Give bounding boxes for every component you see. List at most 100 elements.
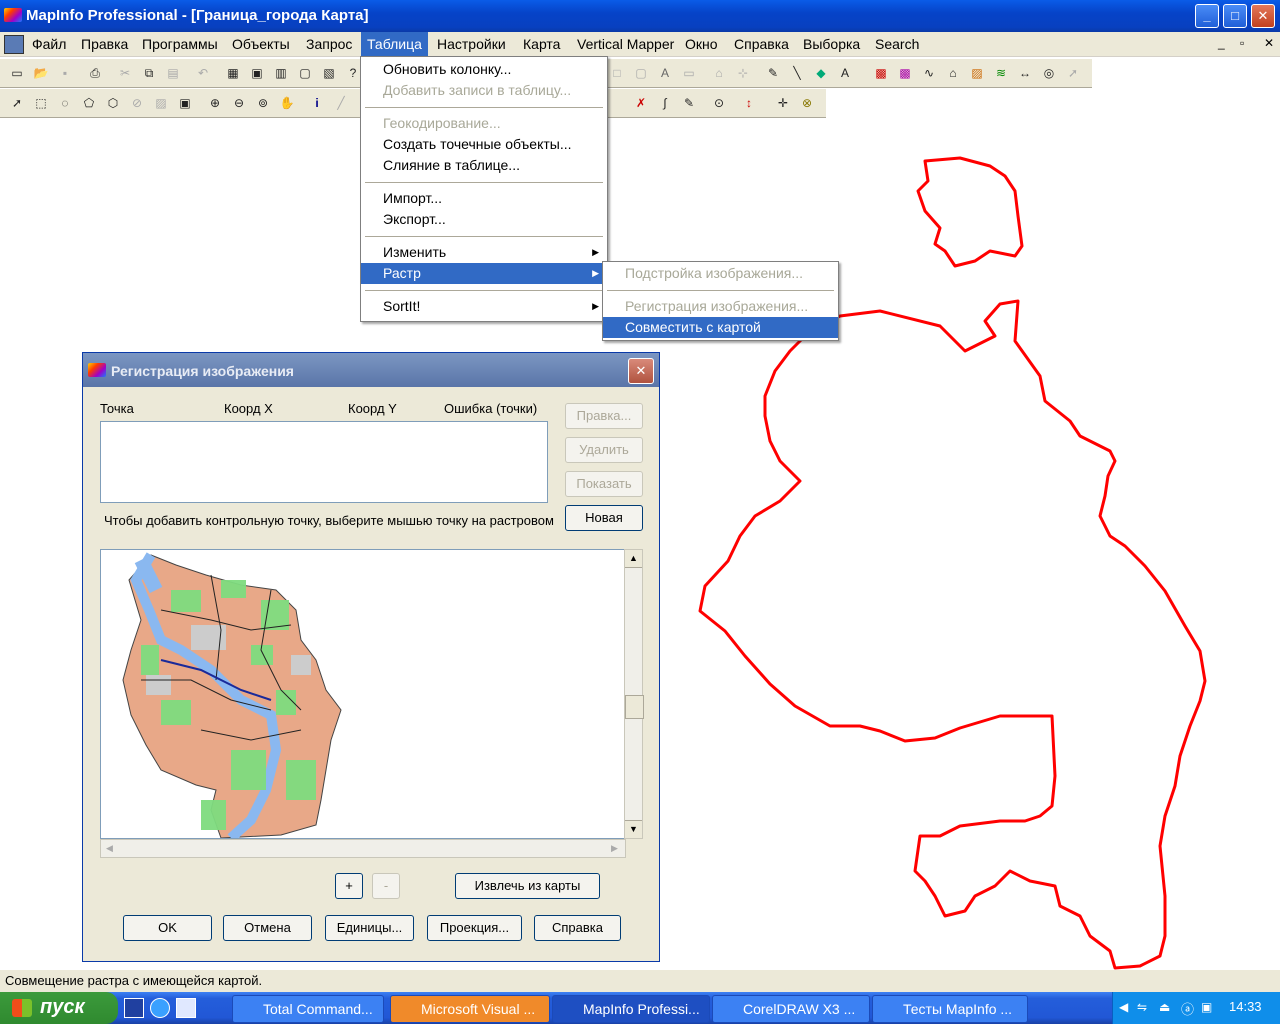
quicklaunch-disk-icon[interactable] [124,998,144,1018]
menu-selection[interactable]: Выборка [803,36,860,52]
task-mapinfo[interactable]: MapInfo Professi... [552,995,710,1023]
scroll-thumb[interactable] [625,695,644,719]
grid-icon[interactable]: ▩ [894,62,916,84]
frame-icon[interactable]: ▭ [678,62,700,84]
tray-network-icon[interactable]: ⇋ [1137,1000,1147,1014]
scroll-right-icon[interactable]: ▶ [606,840,623,857]
open-icon[interactable]: 📂 [30,62,52,84]
print-icon[interactable]: ⎙ [84,62,106,84]
task-total-commander[interactable]: Total Command... [232,995,384,1023]
tray-expand-icon[interactable]: ◀ [1119,1000,1128,1014]
show-point-button[interactable]: Показать [565,471,643,497]
rectangle-icon[interactable]: □ [606,62,628,84]
menu-vertical-mapper[interactable]: Vertical Mapper [577,36,674,52]
query-icon[interactable]: ⊙ [708,92,730,114]
profile-icon[interactable]: ∿ [918,62,940,84]
polygon-select-icon[interactable]: ⬠ [78,92,100,114]
boundary-select-icon[interactable]: ⬡ [102,92,124,114]
zoom-in-icon[interactable]: ⊕ [204,92,226,114]
start-button[interactable]: пуск [0,992,118,1024]
task-visual-studio[interactable]: Microsoft Visual ... [390,995,550,1023]
menu-objects[interactable]: Объекты [232,36,290,52]
pencil-icon[interactable]: ✎ [678,92,700,114]
extract-from-map-button[interactable]: Извлечь из карты [455,873,600,899]
menu-item-sortit[interactable]: SortIt! ▶ [361,296,607,317]
viewshed-icon[interactable]: ⌂ [942,62,964,84]
menu-search[interactable]: Search [875,36,919,52]
tray-lang-icon[interactable]: ⓐ [1181,999,1194,1018]
menu-item-append-rows[interactable]: Добавить записи в таблицу... [361,80,607,101]
new-grapher-icon[interactable]: ▥ [270,62,292,84]
maximize-button[interactable]: □ [1223,4,1247,28]
unselect-icon[interactable]: ⊘ [126,92,148,114]
redistrict-icon[interactable]: ▧ [318,62,340,84]
scroll-down-icon[interactable]: ▼ [625,820,642,838]
drag-window-icon[interactable]: ✗ [630,92,652,114]
edit-point-button[interactable]: Правка... [565,403,643,429]
control-points-list[interactable] [100,421,548,503]
tray-monitor-icon[interactable]: ▣ [1201,1000,1212,1014]
menu-item-export[interactable]: Экспорт... [361,209,607,230]
target-icon[interactable]: ⊗ [796,92,818,114]
transect-icon[interactable]: ↔ [1014,62,1036,84]
add-node-icon[interactable]: ⊹ [732,62,754,84]
menu-window[interactable]: Окно [685,36,718,52]
text-icon[interactable]: A [654,62,676,84]
save-icon[interactable]: ▪ [54,62,76,84]
menu-item-geocode[interactable]: Геокодирование... [361,113,607,134]
zoom-out-button[interactable]: - [372,873,400,899]
cut-icon[interactable]: ✂ [114,62,136,84]
doc-minimize-icon[interactable]: _ [1218,36,1225,50]
copy-icon[interactable]: ⧉ [138,62,160,84]
select-arrow-icon[interactable]: ➚ [6,92,28,114]
ruler-icon[interactable]: ∫ [654,92,676,114]
menu-help[interactable]: Справка [734,36,789,52]
paste-icon[interactable]: ▤ [162,62,184,84]
contour-icon[interactable]: ▨ [966,62,988,84]
info-icon[interactable]: i [306,92,328,114]
tray-usb-icon[interactable]: ⏏ [1159,1000,1170,1014]
grabber-hand-icon[interactable]: ✋ [276,92,298,114]
menu-item-create-points[interactable]: Создать точечные объекты... [361,134,607,155]
zoom-in-button[interactable]: + [335,873,363,899]
change-view-icon[interactable]: ⊚ [252,92,274,114]
new-icon[interactable]: ▭ [6,62,28,84]
point-inspect-icon[interactable]: ◎ [1038,62,1060,84]
scroll-left-icon[interactable]: ◀ [101,840,118,857]
layers-icon[interactable]: ≋ [990,62,1012,84]
graph-select-icon[interactable]: ▣ [174,92,196,114]
raster-preview[interactable] [100,549,626,839]
symbol-style-icon[interactable]: ✎ [762,62,784,84]
menu-table[interactable]: Таблица [361,32,428,56]
thematic-icon[interactable]: ▩ [870,62,892,84]
menu-programs[interactable]: Программы [142,36,218,52]
projection-button[interactable]: Проекция... [427,915,522,941]
menu-map[interactable]: Карта [523,36,560,52]
submenu-item-match-to-map[interactable]: Совместить с картой [603,317,838,338]
distance-icon[interactable]: ↕ [738,92,760,114]
delete-point-button[interactable]: Удалить [565,437,643,463]
cursor-icon[interactable]: ➚ [1062,62,1084,84]
units-button[interactable]: Единицы... [325,915,414,941]
marquee-select-icon[interactable]: ⬚ [30,92,52,114]
minimize-button[interactable]: _ [1195,4,1219,28]
rounded-rect-icon[interactable]: ▢ [630,62,652,84]
submenu-item-adjust-image[interactable]: Подстройка изображения... [603,263,838,284]
menu-options[interactable]: Настройки [437,36,506,52]
menu-query[interactable]: Запрос [306,36,352,52]
new-mapper-icon[interactable]: ▣ [246,62,268,84]
menu-item-update-column[interactable]: Обновить колонку... [361,59,607,80]
line-style-icon[interactable]: ╲ [786,62,808,84]
menu-file[interactable]: Файл [32,36,66,52]
hotlink-icon[interactable]: ╱ [330,92,352,114]
scroll-up-icon[interactable]: ▲ [625,550,642,568]
menu-item-import[interactable]: Импорт... [361,188,607,209]
reshape-icon[interactable]: ⌂ [708,62,730,84]
task-coreldraw[interactable]: CorelDRAW X3 ... [712,995,870,1023]
quicklaunch-ie-icon[interactable] [150,998,170,1018]
submenu-item-register-image[interactable]: Регистрация изображения... [603,296,838,317]
new-point-button[interactable]: Новая [565,505,643,531]
cancel-button[interactable]: Отмена [223,915,312,941]
doc-restore-icon[interactable]: ▫ [1240,36,1244,50]
vertical-scrollbar[interactable]: ▲ ▼ [624,549,644,839]
